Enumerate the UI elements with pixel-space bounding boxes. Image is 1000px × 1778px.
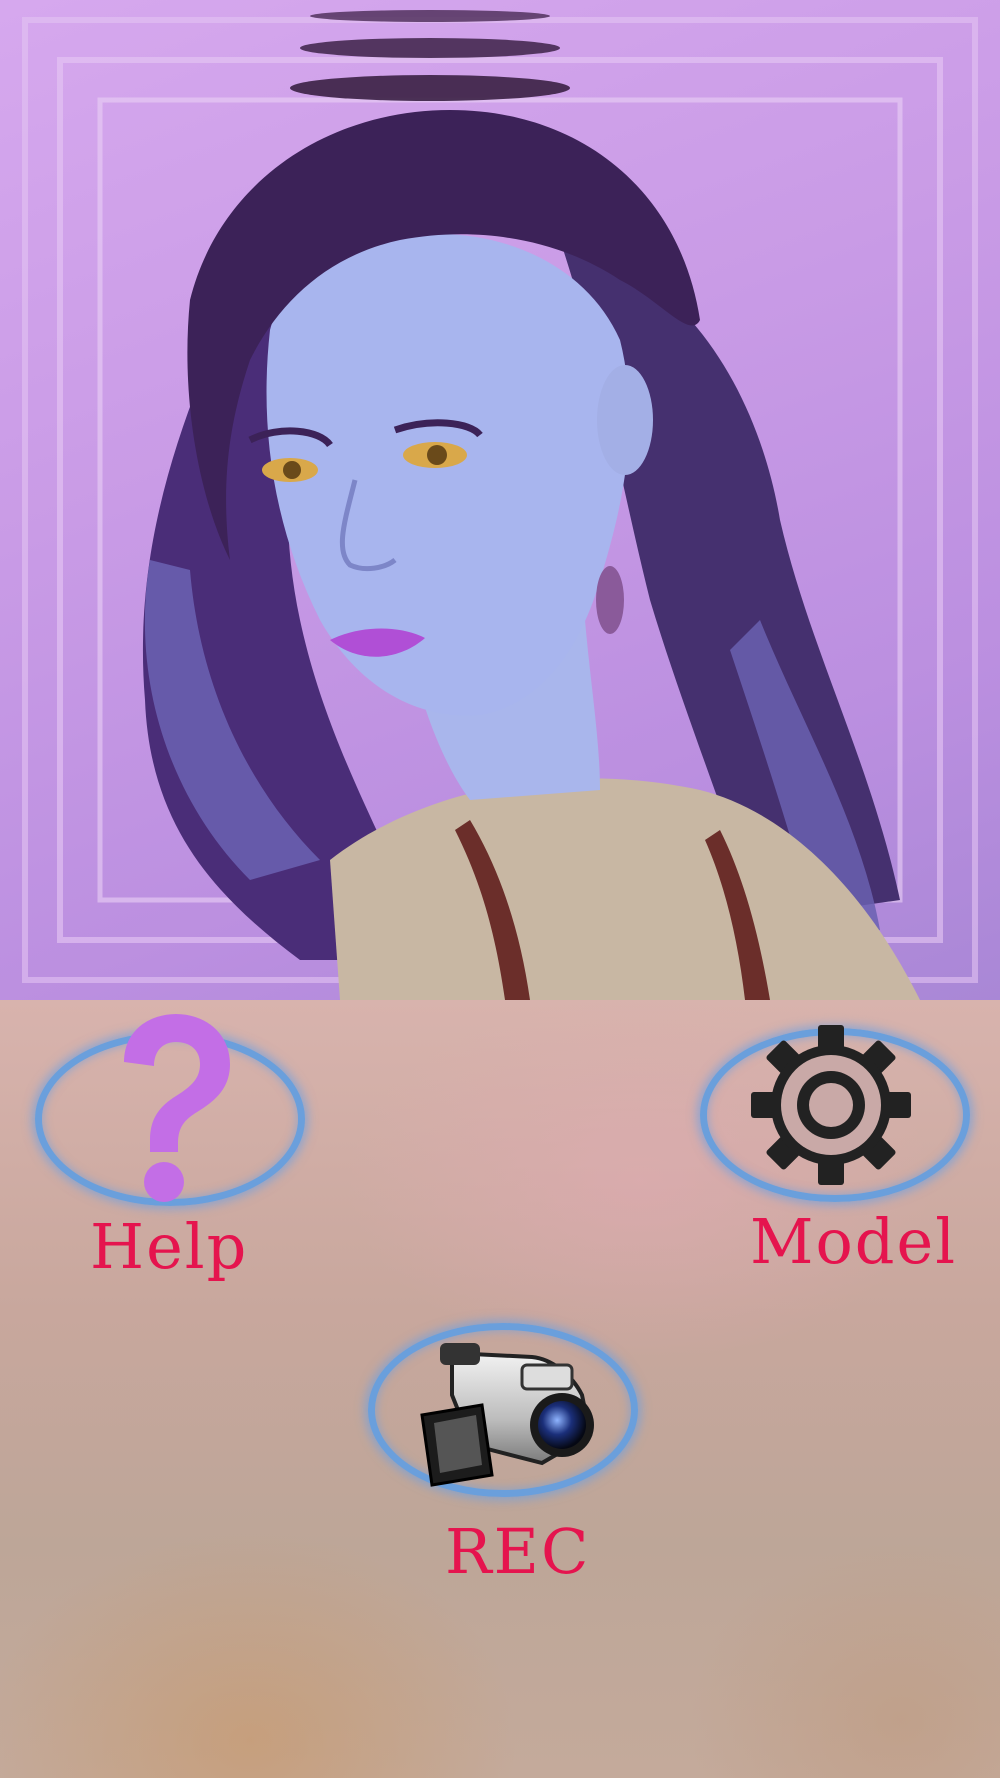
camcorder-icon bbox=[420, 1343, 594, 1487]
model-button[interactable]: Model bbox=[690, 1010, 980, 1280]
portrait-illustration bbox=[22, 10, 978, 1000]
gear-icon bbox=[751, 1025, 911, 1185]
portrait-photo bbox=[0, 0, 1000, 1000]
rec-label: REC bbox=[445, 1515, 591, 1588]
help-button[interactable]: Help bbox=[30, 1010, 310, 1283]
model-label: Model bbox=[750, 1205, 958, 1278]
rec-button[interactable]: REC bbox=[360, 1315, 660, 1595]
help-label: Help bbox=[90, 1210, 249, 1283]
question-mark-icon bbox=[124, 1014, 230, 1202]
